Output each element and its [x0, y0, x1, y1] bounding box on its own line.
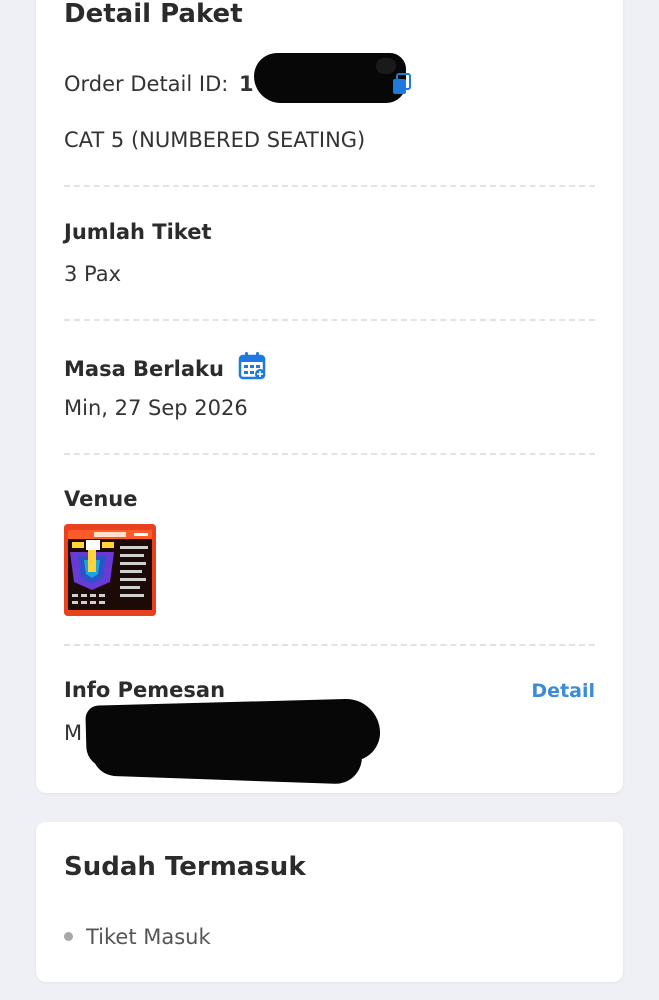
order-id-label: Order Detail ID:	[64, 72, 229, 96]
included-item-label: Tiket Masuk	[86, 925, 211, 949]
booking-info-label: Info Pemesan	[64, 678, 226, 702]
order-id-visible-start: 1	[239, 72, 254, 96]
divider	[64, 319, 595, 321]
included-card: Sudah Termasuk Tiket Masuk	[36, 822, 623, 982]
booking-info-name-start: M	[64, 721, 83, 745]
bullet-dot	[64, 931, 73, 941]
card-title: Sudah Termasuk	[64, 852, 306, 882]
venue-map-thumbnail[interactable]	[64, 524, 156, 616]
validity-value: Min, 27 Sep 2026	[64, 396, 248, 420]
ticket-count-value: 3 Pax	[64, 262, 122, 286]
card-title: Detail Paket	[64, 0, 243, 29]
calendar-icon[interactable]	[237, 351, 267, 381]
copy-icon[interactable]	[392, 73, 412, 95]
booking-info-detail-link[interactable]: Detail	[531, 682, 595, 701]
package-detail-card: Detail Paket Order Detail ID: 1717 CAT 5…	[36, 0, 623, 793]
list-item: Tiket Masuk	[64, 927, 211, 948]
venue-label: Venue	[64, 487, 138, 511]
divider	[64, 185, 595, 187]
divider	[64, 453, 595, 455]
redaction-booking-info-tail	[91, 719, 363, 785]
redaction-order-id-edge	[376, 58, 396, 74]
validity-label-text: Masa Berlaku	[64, 357, 224, 381]
validity-label: Masa Berlaku	[64, 352, 267, 385]
ticket-category: CAT 5 (NUMBERED SEATING)	[64, 128, 366, 152]
divider	[64, 644, 595, 646]
ticket-count-label: Jumlah Tiket	[64, 220, 212, 244]
